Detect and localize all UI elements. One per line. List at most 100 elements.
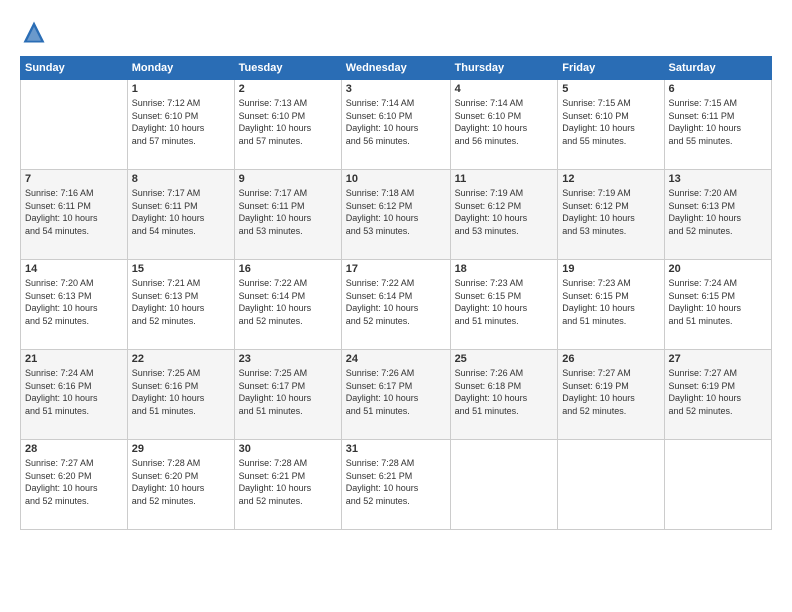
day-content: Sunrise: 7:20 AM Sunset: 6:13 PM Dayligh… xyxy=(669,187,767,237)
day-cell xyxy=(450,440,558,530)
day-number: 21 xyxy=(25,353,123,365)
day-cell: 7 Sunrise: 7:16 AM Sunset: 6:11 PM Daylig… xyxy=(21,170,128,260)
day-content: Sunrise: 7:25 AM Sunset: 6:16 PM Dayligh… xyxy=(132,367,230,417)
day-content: Sunrise: 7:14 AM Sunset: 6:10 PM Dayligh… xyxy=(346,97,446,147)
header xyxy=(20,18,772,46)
day-cell: 15 Sunrise: 7:21 AM Sunset: 6:13 PM Dayli… xyxy=(127,260,234,350)
day-cell: 25 Sunrise: 7:26 AM Sunset: 6:18 PM Dayli… xyxy=(450,350,558,440)
day-content: Sunrise: 7:27 AM Sunset: 6:20 PM Dayligh… xyxy=(25,457,123,507)
day-cell: 1 Sunrise: 7:12 AM Sunset: 6:10 PM Daylig… xyxy=(127,80,234,170)
day-cell: 5Sunrise: 7:15 AM Sunset: 6:10 PM Daylig… xyxy=(558,80,664,170)
day-cell: 12 Sunrise: 7:19 AM Sunset: 6:12 PM Dayli… xyxy=(558,170,664,260)
calendar-table: SundayMondayTuesdayWednesdayThursdayFrid… xyxy=(20,56,772,530)
day-content: Sunrise: 7:14 AM Sunset: 6:10 PM Dayligh… xyxy=(455,97,554,147)
logo xyxy=(20,18,52,46)
day-content: Sunrise: 7:17 AM Sunset: 6:11 PM Dayligh… xyxy=(132,187,230,237)
day-content: Sunrise: 7:28 AM Sunset: 6:21 PM Dayligh… xyxy=(239,457,337,507)
day-cell: 24 Sunrise: 7:26 AM Sunset: 6:17 PM Dayli… xyxy=(341,350,450,440)
day-content: Sunrise: 7:15 AM Sunset: 6:11 PM Dayligh… xyxy=(669,97,767,147)
day-number: 19 xyxy=(562,263,659,275)
day-cell: 2 Sunrise: 7:13 AM Sunset: 6:10 PM Daylig… xyxy=(234,80,341,170)
day-cell: 16 Sunrise: 7:22 AM Sunset: 6:14 PM Dayli… xyxy=(234,260,341,350)
day-header-friday: Friday xyxy=(558,57,664,80)
day-content: Sunrise: 7:16 AM Sunset: 6:11 PM Dayligh… xyxy=(25,187,123,237)
day-content: Sunrise: 7:23 AM Sunset: 6:15 PM Dayligh… xyxy=(562,277,659,327)
day-number: 6 xyxy=(669,83,767,95)
day-cell: 28Sunrise: 7:27 AM Sunset: 6:20 PM Dayli… xyxy=(21,440,128,530)
day-cell: 9 Sunrise: 7:17 AM Sunset: 6:11 PM Daylig… xyxy=(234,170,341,260)
day-cell: 10 Sunrise: 7:18 AM Sunset: 6:12 PM Dayli… xyxy=(341,170,450,260)
day-cell: 8 Sunrise: 7:17 AM Sunset: 6:11 PM Daylig… xyxy=(127,170,234,260)
day-content: Sunrise: 7:28 AM Sunset: 6:20 PM Dayligh… xyxy=(132,457,230,507)
day-content: Sunrise: 7:18 AM Sunset: 6:12 PM Dayligh… xyxy=(346,187,446,237)
day-content: Sunrise: 7:19 AM Sunset: 6:12 PM Dayligh… xyxy=(562,187,659,237)
day-number: 10 xyxy=(346,173,446,185)
day-cell: 31 Sunrise: 7:28 AM Sunset: 6:21 PM Dayli… xyxy=(341,440,450,530)
day-cell: 27 Sunrise: 7:27 AM Sunset: 6:19 PM Dayli… xyxy=(664,350,771,440)
day-number: 31 xyxy=(346,443,446,455)
day-content: Sunrise: 7:27 AM Sunset: 6:19 PM Dayligh… xyxy=(562,367,659,417)
days-header-row: SundayMondayTuesdayWednesdayThursdayFrid… xyxy=(21,57,772,80)
day-cell xyxy=(664,440,771,530)
day-content: Sunrise: 7:24 AM Sunset: 6:16 PM Dayligh… xyxy=(25,367,123,417)
day-cell: 30 Sunrise: 7:28 AM Sunset: 6:21 PM Dayli… xyxy=(234,440,341,530)
day-cell: 19 Sunrise: 7:23 AM Sunset: 6:15 PM Dayli… xyxy=(558,260,664,350)
day-cell: 22Sunrise: 7:25 AM Sunset: 6:16 PM Dayli… xyxy=(127,350,234,440)
day-content: Sunrise: 7:24 AM Sunset: 6:15 PM Dayligh… xyxy=(669,277,767,327)
day-number: 2 xyxy=(239,83,337,95)
day-number: 5 xyxy=(562,83,659,95)
day-number: 30 xyxy=(239,443,337,455)
day-header-wednesday: Wednesday xyxy=(341,57,450,80)
day-number: 18 xyxy=(455,263,554,275)
day-cell: 26 Sunrise: 7:27 AM Sunset: 6:19 PM Dayli… xyxy=(558,350,664,440)
day-number: 7 xyxy=(25,173,123,185)
day-content: Sunrise: 7:17 AM Sunset: 6:11 PM Dayligh… xyxy=(239,187,337,237)
day-number: 16 xyxy=(239,263,337,275)
logo-icon xyxy=(20,18,48,46)
day-number: 25 xyxy=(455,353,554,365)
week-row-5: 28Sunrise: 7:27 AM Sunset: 6:20 PM Dayli… xyxy=(21,440,772,530)
day-content: Sunrise: 7:12 AM Sunset: 6:10 PM Dayligh… xyxy=(132,97,230,147)
day-number: 1 xyxy=(132,83,230,95)
day-content: Sunrise: 7:26 AM Sunset: 6:18 PM Dayligh… xyxy=(455,367,554,417)
day-content: Sunrise: 7:21 AM Sunset: 6:13 PM Dayligh… xyxy=(132,277,230,327)
day-cell: 18Sunrise: 7:23 AM Sunset: 6:15 PM Dayli… xyxy=(450,260,558,350)
day-number: 26 xyxy=(562,353,659,365)
day-cell: 23Sunrise: 7:25 AM Sunset: 6:17 PM Dayli… xyxy=(234,350,341,440)
day-cell: 17Sunrise: 7:22 AM Sunset: 6:14 PM Dayli… xyxy=(341,260,450,350)
day-cell: 20 Sunrise: 7:24 AM Sunset: 6:15 PM Dayli… xyxy=(664,260,771,350)
day-content: Sunrise: 7:22 AM Sunset: 6:14 PM Dayligh… xyxy=(346,277,446,327)
calendar-page: SundayMondayTuesdayWednesdayThursdayFrid… xyxy=(0,0,792,612)
day-content: Sunrise: 7:19 AM Sunset: 6:12 PM Dayligh… xyxy=(455,187,554,237)
week-row-1: 1 Sunrise: 7:12 AM Sunset: 6:10 PM Daylig… xyxy=(21,80,772,170)
week-row-4: 21 Sunrise: 7:24 AM Sunset: 6:16 PM Dayli… xyxy=(21,350,772,440)
day-header-tuesday: Tuesday xyxy=(234,57,341,80)
day-header-sunday: Sunday xyxy=(21,57,128,80)
day-number: 29 xyxy=(132,443,230,455)
day-content: Sunrise: 7:13 AM Sunset: 6:10 PM Dayligh… xyxy=(239,97,337,147)
day-content: Sunrise: 7:26 AM Sunset: 6:17 PM Dayligh… xyxy=(346,367,446,417)
day-content: Sunrise: 7:22 AM Sunset: 6:14 PM Dayligh… xyxy=(239,277,337,327)
day-number: 9 xyxy=(239,173,337,185)
day-number: 15 xyxy=(132,263,230,275)
day-number: 20 xyxy=(669,263,767,275)
week-row-3: 14Sunrise: 7:20 AM Sunset: 6:13 PM Dayli… xyxy=(21,260,772,350)
day-cell: 4 Sunrise: 7:14 AM Sunset: 6:10 PM Daylig… xyxy=(450,80,558,170)
day-header-thursday: Thursday xyxy=(450,57,558,80)
day-number: 8 xyxy=(132,173,230,185)
day-content: Sunrise: 7:25 AM Sunset: 6:17 PM Dayligh… xyxy=(239,367,337,417)
day-number: 3 xyxy=(346,83,446,95)
day-number: 27 xyxy=(669,353,767,365)
day-number: 12 xyxy=(562,173,659,185)
day-content: Sunrise: 7:28 AM Sunset: 6:21 PM Dayligh… xyxy=(346,457,446,507)
day-cell xyxy=(558,440,664,530)
day-cell: 29 Sunrise: 7:28 AM Sunset: 6:20 PM Dayli… xyxy=(127,440,234,530)
day-header-saturday: Saturday xyxy=(664,57,771,80)
day-cell: 11 Sunrise: 7:19 AM Sunset: 6:12 PM Dayli… xyxy=(450,170,558,260)
day-number: 4 xyxy=(455,83,554,95)
day-content: Sunrise: 7:27 AM Sunset: 6:19 PM Dayligh… xyxy=(669,367,767,417)
day-header-monday: Monday xyxy=(127,57,234,80)
day-number: 11 xyxy=(455,173,554,185)
day-number: 24 xyxy=(346,353,446,365)
week-row-2: 7 Sunrise: 7:16 AM Sunset: 6:11 PM Daylig… xyxy=(21,170,772,260)
